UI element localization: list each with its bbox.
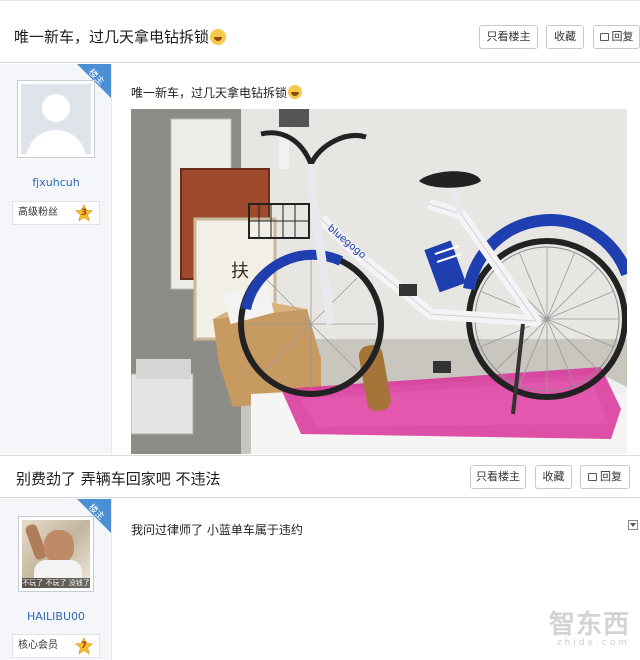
watermark-sub: zhidx.com [556,638,630,648]
reply-button[interactable]: 回复 [580,465,630,489]
avatar-caption: 不玩了 不玩了 没钱了 [22,578,90,588]
author-sidebar: 楼主 不玩了 不玩了 没钱了 HAILIBU00 核心会员 7 [0,499,112,660]
author-sidebar: 楼主 fjxuhcuh 高级粉丝 3 [0,64,112,454]
rank-label: 核心会员 [18,640,58,651]
reply-button[interactable]: 回复 [593,25,640,49]
sign-text: 扶 [231,261,249,282]
reply-label: 回复 [611,30,634,43]
reply-icon [588,473,597,481]
watermark-logo: 智东西 zhidx.com [549,604,630,648]
post-1: 楼主 fjxuhcuh 高级粉丝 3 唯一新车，过几天拿电钻拆锁 扶 blueg… [0,64,640,454]
avatar-image: 不玩了 不玩了 没钱了 [22,520,90,588]
thread-header-2: 别费劲了 弄辆车回家吧 不违法 只看楼主 收藏 回复 [0,455,640,498]
favorite-button[interactable]: 收藏 [546,25,584,49]
star-level-icon: 7 [75,637,93,655]
watermark-main: 智东西 [548,610,630,640]
default-avatar-icon [21,84,91,154]
laughing-emoji-icon [210,29,227,45]
reply-label: 回复 [600,470,622,483]
post-content: 我问过律师了 小蓝单车属于违约 [131,523,303,537]
thread-header-1: 唯一新车，过几天拿电钻拆锁 只看楼主 收藏 回复 [0,0,640,63]
collapse-dropdown-icon[interactable] [628,520,638,530]
rank-label: 高级粉丝 [18,207,58,218]
thread-title: 唯一新车，过几天拿电钻拆锁 [14,26,227,47]
username-link[interactable]: HAILIBU00 [0,610,112,623]
username-link[interactable]: fjxuhcuh [0,176,112,189]
reply-icon [599,33,609,41]
thread-title: 别费劲了 弄辆车回家吧 不违法 [16,470,221,488]
only-owner-button[interactable]: 只看楼主 [470,465,526,489]
favorite-button[interactable]: 收藏 [535,465,572,489]
laughing-emoji-icon [288,85,303,99]
only-owner-button[interactable]: 只看楼主 [479,25,538,49]
rank-level-number: 3 [80,208,88,218]
rank-badge: 核心会员 7 [12,634,100,658]
avatar[interactable]: 不玩了 不玩了 没钱了 [18,516,94,592]
rank-level-number: 7 [80,641,88,651]
bike-photo[interactable]: 扶 bluegogo [131,109,627,454]
rank-badge: 高级粉丝 3 [12,201,100,225]
post-content: 唯一新车，过几天拿电钻拆锁 [131,84,303,101]
star-level-icon: 3 [75,204,93,222]
avatar[interactable] [17,80,95,158]
post-2: 楼主 不玩了 不玩了 没钱了 HAILIBU00 核心会员 7 我问过律师了 小… [0,499,640,660]
